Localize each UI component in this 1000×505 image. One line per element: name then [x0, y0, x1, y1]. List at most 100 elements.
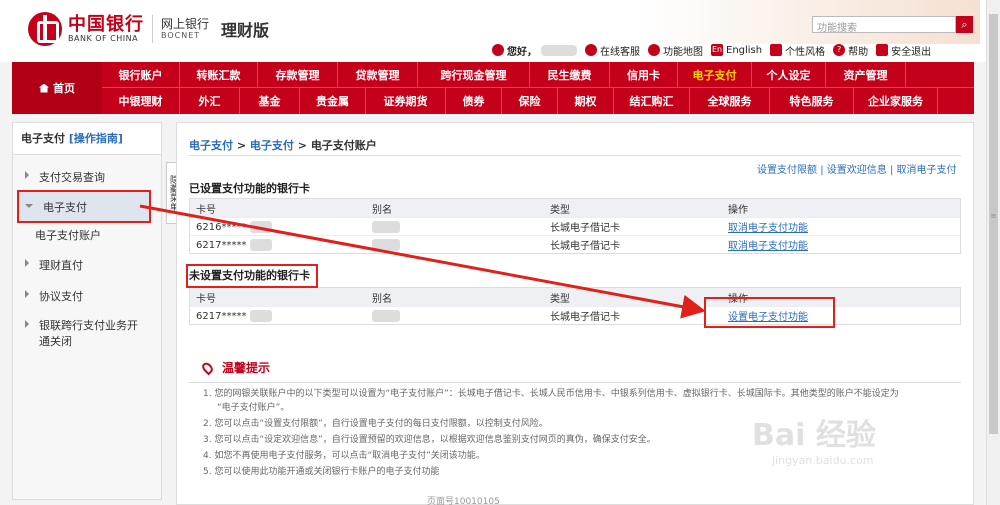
nav-item[interactable]: 结汇购汇 [614, 88, 690, 114]
masked-card [249, 309, 272, 322]
brand-net: 网上银行 BOCNET [161, 17, 209, 41]
nav-item[interactable]: 外汇 [180, 88, 240, 114]
nav-item[interactable]: 证券期货 [366, 88, 446, 114]
sidebar-item-label: 协议支付 [39, 290, 83, 303]
scrollbar-thumb[interactable] [989, 14, 998, 434]
help-label: 帮助 [848, 46, 869, 58]
card-number: 6216***** [196, 221, 247, 233]
logo-cn: 中国银行 [68, 13, 144, 35]
cancel-e-payment-link[interactable]: 取消电子支付 [897, 165, 957, 176]
style-link[interactable]: 个性风格 [770, 43, 825, 58]
nav-item[interactable]: 期权 [558, 88, 614, 114]
caret-right-icon [25, 259, 29, 267]
scrollbar-grip-icon: ≡ [990, 212, 997, 220]
sidebar-item-agreement-pay[interactable]: 协议支付 [25, 288, 83, 304]
nav-item[interactable]: 存款管理 [258, 62, 338, 87]
breadcrumb: 电子支付 > 电子支付 > 电子支付账户 [189, 137, 377, 153]
nav-item[interactable]: 中银理财 [102, 88, 180, 114]
site-map-link[interactable]: 功能地图 [648, 43, 703, 58]
set-welcome-link[interactable]: 设置欢迎信息 [827, 165, 887, 176]
cancel-e-payment-function-link[interactable]: 取消电子支付功能 [728, 223, 808, 234]
nav-item[interactable]: 特色服务 [770, 88, 854, 114]
card-number: 6217***** [196, 310, 247, 322]
english-link[interactable]: En English [711, 44, 762, 56]
col-type: 类型 [550, 204, 570, 216]
nav-item[interactable]: 银行账户 [102, 62, 180, 87]
table-row: 6216***** 长城电子借记卡 取消电子支付功能 [190, 217, 960, 235]
set-limit-link[interactable]: 设置支付限额 [757, 165, 817, 176]
caret-right-icon [25, 171, 29, 179]
tips-divider [189, 382, 961, 383]
watermark: Bai 经验 jingyan.baidu.com [752, 410, 972, 470]
annotation-box-action [704, 297, 835, 328]
sidebar-header: 电子支付 [操作指南] [13, 123, 161, 155]
annotation-box-section [186, 264, 318, 288]
operation-guide-link[interactable]: [操作指南] [69, 132, 123, 145]
brand-divider [152, 15, 153, 43]
tip-item: 1. 您的网银关联账户中的以下类型可以设置为“电子支付账户”：长城电子借记卡、长… [203, 389, 899, 399]
breadcrumb-sep: > [236, 139, 247, 152]
logout-link[interactable]: 安全退出 [876, 43, 931, 58]
online-service-link[interactable]: 在线客服 [585, 43, 640, 58]
nav-row-1: 银行账户 转账汇款 存款管理 贷款管理 跨行现金管理 民生缴费 信用卡 电子支付 个人设定 资产管… [102, 62, 974, 88]
site-map-icon [648, 44, 660, 56]
cell-action: 取消电子支付功能 [722, 237, 960, 252]
nav-item[interactable]: 贷款管理 [338, 62, 418, 87]
nav-item[interactable]: 保险 [502, 88, 558, 114]
nav-item[interactable]: 转账汇款 [180, 62, 258, 87]
nav-home[interactable]: 首页 [12, 62, 102, 114]
sidebar-item-payment-query[interactable]: 支付交易查询 [25, 169, 105, 185]
nav-row-2: 中银理财 外汇 基金 贵金属 证券期货 债券 保险 期权 结汇购汇 全球服务 特色服务 企业家服务 [102, 88, 974, 114]
table-row: 6217***** 长城电子借记卡 取消电子支付功能 [190, 235, 960, 253]
location-pin-icon [200, 360, 215, 375]
card-type: 长城电子借记卡 [550, 223, 620, 234]
masked-username [541, 44, 577, 56]
masked-alias [372, 220, 400, 233]
function-search-input[interactable]: 功能搜索 [812, 16, 956, 34]
logout-label: 安全退出 [891, 46, 932, 58]
nav-home-label: 首页 [53, 82, 75, 95]
palette-icon [770, 44, 783, 56]
vertical-scrollbar[interactable]: ≡ [986, 0, 1000, 505]
search-icon[interactable]: ⌕ [956, 16, 973, 33]
cancel-e-payment-function-link[interactable]: 取消电子支付功能 [728, 241, 808, 252]
nav-item[interactable]: 电子支付 [678, 62, 752, 87]
breadcrumb-current: 电子支付账户 [310, 139, 377, 152]
sidebar-item-label: 支付交易查询 [39, 171, 105, 184]
site-map-label: 功能地图 [663, 46, 703, 58]
card-number: 6217***** [196, 239, 247, 251]
nav-item[interactable]: 个人设定 [752, 62, 826, 87]
home-icon [39, 83, 49, 93]
sidebar-item-unionpay-cross-bank[interactable]: 银联跨行支付业务开 通关闭 [25, 318, 138, 350]
nav-item[interactable]: 民生缴费 [530, 62, 610, 87]
logo-en: BANK OF CHINA [68, 33, 139, 43]
sidebar-item-label: 电子支付账户 [35, 229, 101, 242]
nav-item[interactable]: 资产管理 [826, 62, 906, 87]
nav-item[interactable]: 跨行现金管理 [418, 62, 530, 87]
brand-net-en: BOCNET [161, 31, 201, 41]
sidebar-item-label: 理财直付 [39, 259, 83, 272]
breadcrumb-item[interactable]: 电子支付 [189, 139, 233, 152]
col-card: 卡号 [196, 293, 216, 305]
nav-item[interactable]: 贵金属 [300, 88, 366, 114]
nav-item[interactable]: 债券 [446, 88, 502, 114]
masked-card [249, 238, 272, 251]
set-cards-title: 已设置支付功能的银行卡 [189, 182, 310, 195]
help-link[interactable]: ? 帮助 [833, 43, 868, 58]
bank-logo[interactable]: 中国银行 BANK OF CHINA 网上银行 BOCNET 理财版 [28, 12, 269, 46]
watermark-sub: jingyan.baidu.com [772, 454, 874, 467]
style-label: 个性风格 [785, 46, 826, 58]
tips-header: 温馨提示 [189, 359, 961, 376]
breadcrumb-item[interactable]: 电子支付 [250, 139, 294, 152]
nav-item[interactable]: 全球服务 [690, 88, 770, 114]
masked-alias [372, 238, 400, 251]
set-cards-table: 卡号 别名 类型 操作 6216***** 长城电子借记卡 取消电子支付功能 6… [189, 198, 961, 254]
sidebar-subitem-e-payment-account[interactable]: 电子支付账户 [35, 227, 101, 243]
nav-item[interactable]: 基金 [240, 88, 300, 114]
nav-item[interactable]: 企业家服务 [854, 88, 938, 114]
online-service-label: 在线客服 [600, 46, 640, 58]
nav-item[interactable]: 信用卡 [610, 62, 678, 87]
sidebar-item-wealth-direct-pay[interactable]: 理财直付 [25, 257, 83, 273]
logo-text: 中国银行 BANK OF CHINA [68, 13, 144, 44]
boc-logo-icon [28, 12, 62, 46]
